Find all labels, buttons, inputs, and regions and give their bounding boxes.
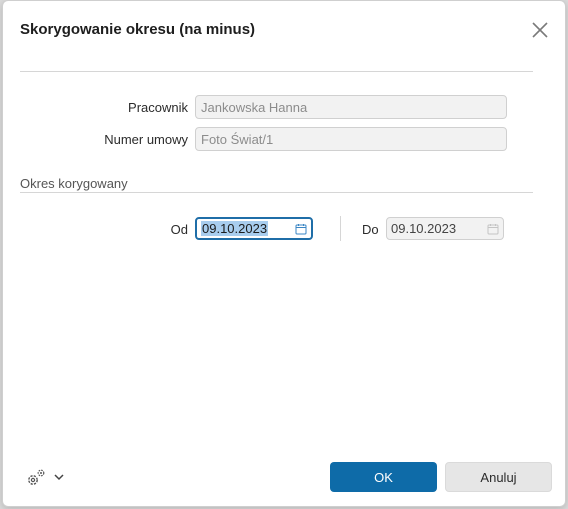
contract-field: Foto Świat/1 [195,127,507,151]
cancel-button[interactable]: Anuluj [445,462,552,492]
ok-button[interactable]: OK [330,462,437,492]
from-date-value: 09.10.2023 [201,221,269,236]
to-date-value: 09.10.2023 [391,221,457,236]
from-label: Od [170,222,188,237]
header-divider [20,71,533,72]
section-title: Okres korygowany [20,176,128,191]
close-icon[interactable] [529,19,551,41]
employee-field: Jankowska Hanna [195,95,507,119]
chevron-down-icon[interactable] [53,471,65,483]
to-label: Do [362,222,379,237]
calendar-icon[interactable] [295,223,307,235]
contract-label: Numer umowy [104,132,188,147]
gear-icon[interactable] [25,468,47,488]
section-divider [20,192,533,193]
to-date-input[interactable]: 09.10.2023 [386,217,504,240]
correction-dialog: Skorygowanie okresu (na minus) Pracownik… [2,0,566,507]
date-divider [340,216,341,241]
from-date-input[interactable]: 09.10.2023 [195,217,313,240]
calendar-icon[interactable] [487,223,499,235]
employee-label: Pracownik [128,100,188,115]
dialog-title: Skorygowanie okresu (na minus) [20,21,256,38]
